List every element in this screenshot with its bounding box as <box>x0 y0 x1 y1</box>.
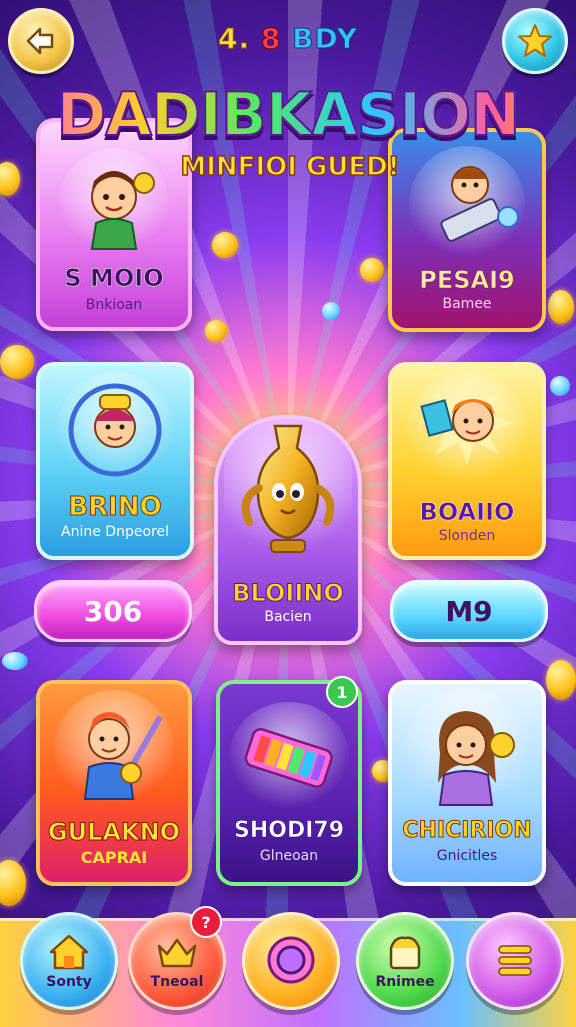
girl-character-icon <box>68 383 162 477</box>
crown-basket-icon <box>157 938 197 968</box>
card-bottom-left[interactable]: GULAKNO CAPRAI <box>36 680 192 886</box>
nav-play-label: Rnimee <box>375 974 435 990</box>
card-mid-left[interactable]: BRINO Anine Dnpeorel <box>36 362 194 560</box>
card-title: CHICIRION <box>402 818 532 844</box>
character-portrait <box>54 690 174 810</box>
coin-decoration <box>0 860 26 906</box>
new-badge: 1 <box>326 676 358 708</box>
card-bottom-center[interactable]: SHODI79 Glneoan <box>216 680 362 886</box>
nav-menu-button[interactable] <box>466 912 564 1010</box>
coin-decoration <box>205 320 227 342</box>
coin-decoration <box>0 345 34 379</box>
score-pill-left[interactable]: 306 <box>34 580 192 642</box>
card-title: BRINO <box>68 492 162 523</box>
card-subtitle: Glneoan <box>259 848 319 864</box>
house-icon <box>49 934 89 970</box>
coin-decoration <box>360 258 384 282</box>
gem-decoration <box>322 302 340 320</box>
card-title: PESAI9 <box>419 266 515 295</box>
card-subtitle: CAPRAI <box>80 848 148 867</box>
card-subtitle: Bamee <box>442 296 492 312</box>
nav-center-button[interactable] <box>242 912 340 1010</box>
coin-decoration <box>0 162 20 196</box>
trophy-portrait <box>224 419 352 563</box>
card-title: BOAIIO <box>419 498 515 527</box>
tagline: MINFIOI GUED! <box>180 151 401 183</box>
gem-decoration <box>2 652 28 670</box>
level-subtitle: 4. 8 BDY <box>0 22 576 56</box>
score-pill-right[interactable]: M9 <box>390 580 548 642</box>
card-title: S MOIO <box>64 264 164 293</box>
menu-icon <box>498 945 532 976</box>
gem-decoration <box>550 376 570 396</box>
notification-badge: ? <box>190 906 222 938</box>
card-subtitle: Gnicitles <box>436 848 498 864</box>
girl-with-coin-icon <box>438 711 515 806</box>
coin-decoration <box>212 232 238 258</box>
ring-target-icon <box>267 936 315 984</box>
rainbow-case-icon <box>244 728 333 788</box>
card-title: SHODI79 <box>233 818 345 844</box>
bread-box-icon <box>389 936 421 970</box>
character-portrait <box>407 372 527 488</box>
card-subtitle: Slonden <box>438 528 496 544</box>
nav-home-button[interactable]: Sonty <box>20 912 118 1010</box>
card-title: GULAKNO <box>47 818 181 847</box>
trophy-vase-icon <box>241 424 335 553</box>
nav-shop-label: Tneoal <box>150 974 204 990</box>
nav-play-button[interactable]: Rnimee <box>356 912 454 1010</box>
coin-decoration <box>548 290 574 324</box>
game-title: DADIBKASION <box>0 79 576 151</box>
subtitle-part-2: 8 <box>260 22 282 56</box>
boy-with-wand-icon <box>83 712 162 800</box>
card-bottom-right[interactable]: CHICIRION Gnicitles <box>388 680 546 886</box>
card-title: BLOIINO <box>232 579 344 608</box>
character-portrait <box>57 372 173 488</box>
coin-decoration <box>546 660 576 700</box>
card-subtitle: Bacien <box>264 609 312 625</box>
boy-character-icon <box>90 171 155 250</box>
painter-character-icon <box>419 379 515 465</box>
item-portrait <box>229 702 349 812</box>
card-mid-right[interactable]: BOAIIO Slonden <box>388 362 546 560</box>
subtitle-part-1: 4. <box>218 22 251 56</box>
subtitle-part-3: BDY <box>292 22 358 56</box>
card-subtitle: Bnkioan <box>85 297 143 313</box>
character-portrait <box>405 688 529 812</box>
nav-home-label: Sonty <box>46 974 92 990</box>
card-center[interactable]: BLOIINO Bacien <box>214 415 362 645</box>
card-subtitle: Anine Dnpeorel <box>61 524 169 540</box>
